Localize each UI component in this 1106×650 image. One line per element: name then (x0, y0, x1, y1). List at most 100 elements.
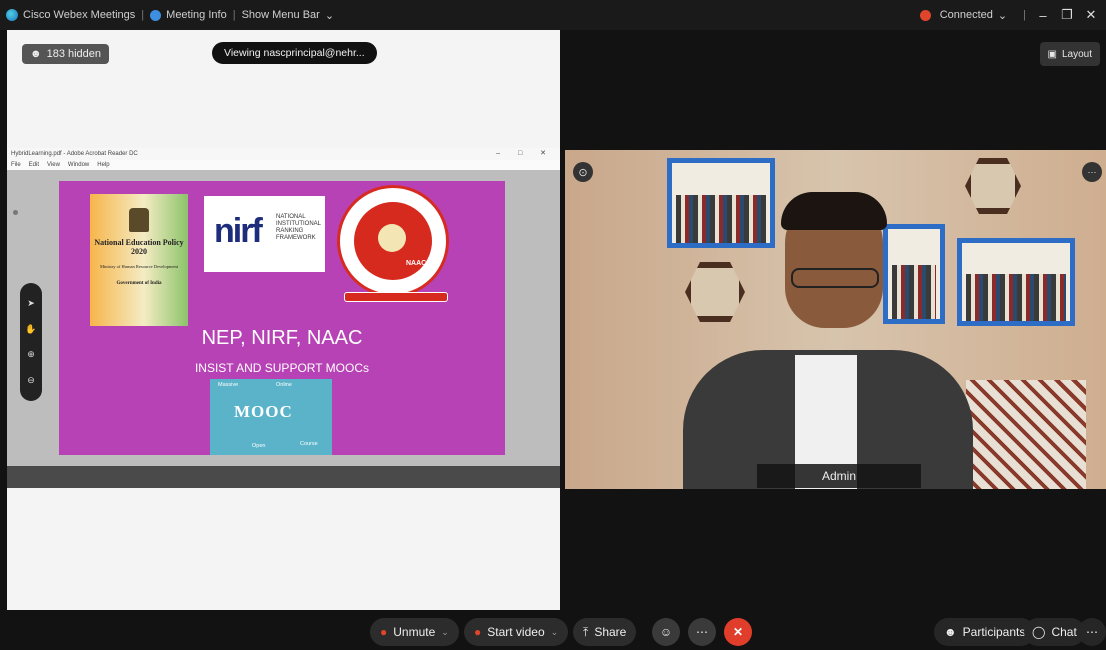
person-icon: ☻ (30, 48, 42, 60)
mooc-label-open: Open (252, 443, 266, 449)
participant-name-tag: Admin (757, 464, 921, 488)
share-button[interactable]: ⤒ Share (573, 618, 637, 646)
chevron-down-icon: ⌄ (324, 9, 335, 22)
app-title: Cisco Webex Meetings (0, 9, 141, 21)
menu-item-help: Help (97, 162, 110, 168)
presenter-hair-image (781, 192, 887, 230)
menu-item-window: Window (67, 162, 90, 168)
participant-video: ⊙ ⋯ Admin (565, 150, 1106, 489)
chevron-down-icon[interactable]: ⌄ (551, 627, 559, 638)
panel-more-button[interactable]: ⋯ (1078, 618, 1106, 646)
more-options-button[interactable]: ⋯ (688, 618, 716, 646)
video-off-icon: ● (474, 625, 482, 639)
shared-app-footer (7, 466, 560, 488)
webex-logo-icon (6, 9, 18, 21)
shared-app-title: HybridLearning.pdf - Adobe Acrobat Reade… (11, 151, 138, 157)
viewing-label: Viewing nascprincipal@nehr... (224, 47, 365, 59)
mooc-label-massive: Massive (218, 382, 239, 388)
nirf-logo: nirf (214, 212, 263, 250)
nirf-logo-card: nirf NATIONAL INSTITUTIONAL RANKING FRAM… (204, 196, 325, 272)
chevron-down-icon: ⌄ (997, 9, 1008, 22)
separator: | (1023, 9, 1026, 21)
books-image (966, 274, 1066, 321)
mic-muted-icon: ● (380, 625, 388, 639)
connection-status[interactable]: Connected ⌄ (914, 9, 1013, 22)
nep-ministry: Ministry of Human Resource Development (100, 264, 178, 269)
chat-icon: ◯ (1032, 625, 1046, 639)
shared-app-titlebar: HybridLearning.pdf - Adobe Acrobat Reade… (7, 148, 560, 160)
unmute-button[interactable]: ● Unmute ⌄ (370, 618, 459, 646)
share-label: Share (594, 625, 627, 639)
leave-meeting-button[interactable]: ✕ (724, 618, 752, 646)
slide-title: NEP, NIRF, NAAC (201, 327, 363, 349)
naac-seal-logo: NAAC (337, 185, 449, 302)
start-video-label: Start video (487, 625, 545, 639)
bookshelf-image (883, 224, 945, 324)
close-icon[interactable]: ✕ (1084, 7, 1098, 23)
chevron-down-icon[interactable]: ⌄ (441, 627, 449, 638)
participants-label: Participants (962, 625, 1026, 639)
chat-label: Chat (1051, 625, 1077, 639)
select-tool-icon[interactable]: ➤ (27, 298, 35, 309)
naac-ribbon (344, 292, 448, 302)
connection-label: Connected (939, 9, 993, 21)
nep-title: National Education Policy 2020 (94, 238, 184, 256)
participants-button[interactable]: ☻ Participants (934, 618, 1036, 646)
meeting-info-button[interactable]: Meeting Info (144, 9, 233, 21)
restore-icon[interactable]: ❐ (1060, 7, 1074, 23)
nirf-line: RANKING (276, 228, 304, 234)
naac-label: NAAC (406, 260, 427, 267)
window-status-area: Connected ⌄ | – ❐ ✕ (914, 0, 1098, 30)
naac-center-emblem (378, 224, 406, 252)
reactions-button[interactable]: ☺ (652, 618, 680, 646)
layout-button[interactable]: ▣ Layout (1039, 42, 1100, 66)
bookshelf-image (957, 238, 1075, 326)
bookshelf-image (667, 158, 775, 248)
meeting-controls: ● Unmute ⌄ ● Start video ⌄ ⤒ Share ☺ ⋯ ✕… (0, 614, 1106, 650)
more-icon: ⋯ (1086, 625, 1098, 639)
participant-name: Admin (821, 469, 856, 483)
minimize-icon[interactable]: – (1036, 8, 1050, 23)
hidden-count: 183 hidden (46, 48, 102, 60)
more-icon: ⋯ (696, 625, 708, 639)
layout-icon: ▣ (1047, 48, 1057, 60)
pin-icon[interactable]: ⊙ (573, 162, 593, 182)
viewing-indicator[interactable]: Viewing nascprincipal@nehr... (212, 42, 377, 64)
hand-tool-icon[interactable]: ✋ (25, 324, 36, 335)
page-indicator-dot (13, 210, 18, 215)
shared-app-window: HybridLearning.pdf - Adobe Acrobat Reade… (7, 148, 560, 488)
mooc-image: Massive Online MOOC Open Course (210, 379, 332, 455)
hidden-participants-badge[interactable]: ☻ 183 hidden (22, 44, 110, 64)
pdf-viewport: ➤ ✋ ⊕ ⊖ National Education Policy 2020 M… (7, 170, 560, 466)
close-icon: ✕ (732, 625, 744, 639)
mooc-label-online: Online (276, 382, 292, 388)
presentation-slide: National Education Policy 2020 Ministry … (59, 181, 505, 455)
zoom-in-icon[interactable]: ⊕ (27, 349, 35, 360)
nep-government: Government of India (116, 281, 162, 286)
nirf-line: FRAMEWORK (276, 235, 316, 241)
shared-app-menu: File Edit View Window Help (7, 160, 560, 170)
smiley-icon: ☺ (659, 625, 673, 639)
books-image (676, 195, 766, 243)
nirf-line: INSTITUTIONAL (276, 221, 322, 227)
glasses-image (791, 268, 879, 288)
nirf-line: NATIONAL (276, 214, 306, 220)
zoom-out-icon[interactable]: ⊖ (27, 375, 35, 386)
national-emblem-icon (129, 208, 149, 232)
show-menu-bar-label: Show Menu Bar (241, 9, 320, 21)
menu-item-file: File (11, 162, 21, 168)
show-menu-bar-button[interactable]: Show Menu Bar ⌄ (236, 9, 340, 22)
meeting-info-label: Meeting Info (166, 9, 227, 21)
app-name: Cisco Webex Meetings (23, 9, 136, 21)
layout-label: Layout (1061, 48, 1092, 60)
menu-item-edit: Edit (28, 162, 40, 168)
connection-icon (919, 9, 931, 21)
start-video-button[interactable]: ● Start video ⌄ (464, 618, 569, 646)
books-image (892, 265, 936, 319)
chat-button[interactable]: ◯ Chat (1024, 618, 1085, 646)
participants-icon: ☻ (944, 625, 957, 639)
nirf-text: NATIONAL INSTITUTIONAL RANKING FRAMEWORK (276, 214, 321, 242)
more-options-icon[interactable]: ⋯ (1082, 162, 1102, 182)
shared-app-window-controls: – □ ✕ (496, 150, 554, 157)
mooc-label-course: Course (300, 441, 318, 447)
